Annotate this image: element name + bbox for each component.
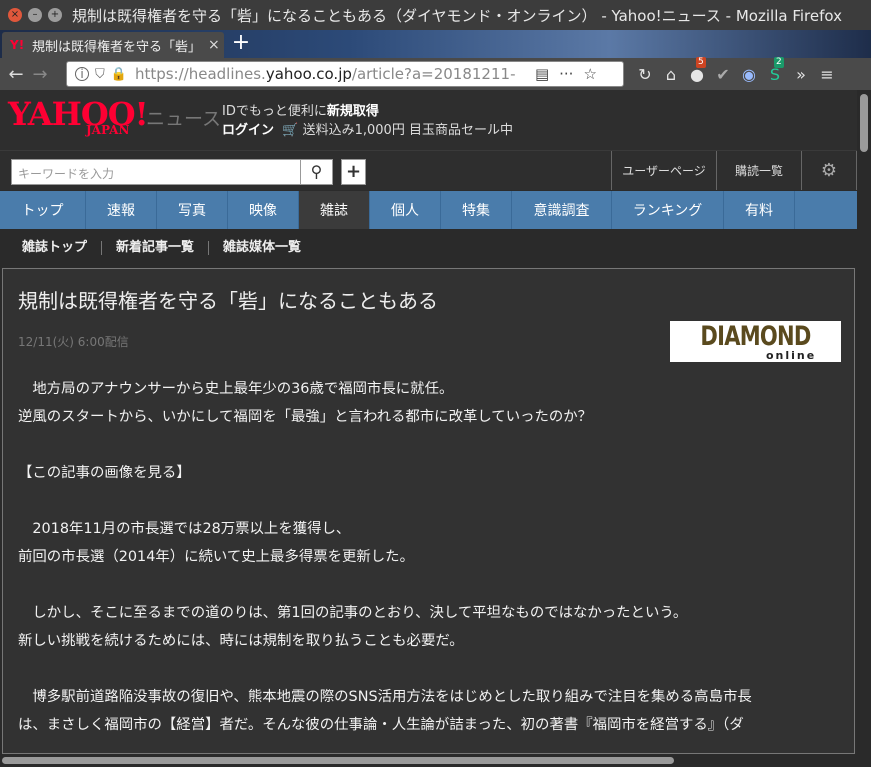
settings-gear-icon[interactable]: ⚙ (801, 151, 857, 190)
vertical-scroll-thumb[interactable] (860, 94, 868, 152)
reload-icon[interactable]: ↻ (632, 65, 658, 84)
scrollbar-corner (857, 754, 871, 767)
home-icon[interactable]: ⌂ (658, 65, 684, 84)
site-header: YAHOO! JAPAN ニュース IDでもっと便利に新規取得 ログイン 🛒 送… (0, 90, 857, 150)
url-text[interactable]: https://headlines.yahoo.co.jp/article?a=… (135, 65, 525, 83)
shield-icon[interactable]: ⛉ (95, 67, 105, 82)
yahoo-japan-logo-sub: JAPAN (86, 123, 130, 137)
article-paragraph (18, 487, 848, 515)
category-tab[interactable]: 個人 (370, 191, 441, 229)
article-date: 12/11(火) 6:00配信 (18, 335, 129, 349)
register-link[interactable]: 新規取得 (327, 104, 379, 119)
horizontal-scrollbar[interactable] (0, 754, 857, 767)
subnav-link[interactable]: 雑誌トップ (0, 241, 103, 255)
user-links: ユーザーページ 購読一覧 ⚙ (611, 151, 857, 190)
reader-view-icon[interactable]: ▤ (535, 65, 549, 83)
search-icon[interactable]: ⚲ (300, 159, 333, 185)
login-link[interactable]: ログイン (222, 123, 274, 138)
lock-icon[interactable]: 🔒 (111, 67, 127, 82)
article-paragraph: 逆風のスタートから、いかにして福岡を「最強」と言われる都市に改革していったのか？ (18, 409, 593, 425)
category-tab[interactable]: 写真 (157, 191, 228, 229)
info-icon[interactable]: i (75, 67, 89, 81)
news-section-label[interactable]: ニュース (146, 104, 221, 131)
subscriptions-link[interactable]: 購読一覧 (716, 151, 801, 190)
extension-badge: 5 (696, 56, 706, 68)
extension-icon[interactable]: ● 5 (684, 56, 710, 84)
category-tab[interactable]: ランキング (612, 191, 724, 229)
article-paragraph: 地方局のアナウンサーから史上最年少の36歳で福岡市長に就任。 (18, 381, 454, 397)
article-paragraph: しかし、そこに至るまでの道のりは、第1回の記事のとおり、決して平坦なものではなか… (18, 605, 688, 621)
globe-extension-icon[interactable]: ◉ (736, 65, 762, 84)
sale-promo-link[interactable]: 送料込み1,000円 目玉商品セール中 (303, 123, 513, 138)
window-titlebar: × – + 規制は既得権者を守る「砦」になることもある（ダイヤモンド・オンライン… (0, 0, 871, 30)
extension-badge: 2 (774, 56, 784, 68)
category-tab[interactable]: 雑誌 (299, 191, 370, 229)
tab-close-icon[interactable]: × (208, 37, 220, 53)
article-paragraph: 新しい挑戦を続けるためには、時には規制を取り払うことも必要だ。 (18, 633, 464, 649)
overflow-icon[interactable]: » (788, 65, 814, 84)
subnav-link[interactable]: 新着記事一覧 (102, 241, 210, 255)
window-minimize-button[interactable]: – (28, 8, 42, 22)
article-paragraph (18, 655, 848, 683)
article-images-link[interactable]: 【この記事の画像を見る】 (18, 459, 848, 487)
subnav-link[interactable]: 雑誌媒体一覧 (209, 241, 315, 255)
horizontal-scroll-thumb[interactable] (2, 757, 674, 764)
article-paragraph (18, 431, 848, 459)
url-bar[interactable]: i ⛉ 🔒 https://headlines.yahoo.co.jp/arti… (66, 61, 624, 87)
bookmark-star-icon[interactable]: ☆ (583, 65, 596, 83)
category-tab[interactable]: 有料 (724, 191, 795, 229)
diamond-logo-sub: online (766, 349, 817, 362)
tab-label: 規制は既得権者を守る「砦」になることもある (32, 39, 202, 55)
login-row: ログイン 🛒 送料込み1,000円 目玉商品セール中 (222, 119, 513, 138)
hamburger-menu-icon[interactable]: ≡ (814, 65, 840, 84)
tab-strip: Y! 規制は既得権者を守る「砦」になることもある × + (0, 30, 871, 58)
add-button[interactable]: + (341, 159, 366, 185)
navigation-toolbar: ← → i ⛉ 🔒 https://headlines.yahoo.co.jp/… (0, 56, 871, 90)
toolbar-right: ↻ ⌂ ● 5 ✔ ◉ S2 » ≡ (632, 56, 840, 90)
window-title: 規制は既得権者を守る「砦」になることもある（ダイヤモンド・オンライン） - Ya… (72, 6, 842, 25)
forward-arrow-icon[interactable]: → (28, 64, 52, 85)
id-promo: IDでもっと便利に新規取得 (222, 104, 379, 119)
article-paragraph (18, 571, 848, 599)
article-body: 地方局のアナウンサーから史上最年少の36歳で福岡市長に就任。逆風のスタートから、… (18, 375, 848, 739)
user-page-link[interactable]: ユーザーページ (611, 151, 716, 190)
vertical-scrollbar[interactable] (857, 90, 871, 767)
new-tab-button[interactable]: + (230, 32, 252, 56)
category-tab[interactable]: 特集 (441, 191, 512, 229)
browser-tab-active[interactable]: Y! 規制は既得権者を守る「砦」になることもある × (2, 32, 224, 58)
s-extension-icon[interactable]: S2 (762, 56, 788, 84)
yahoo-favicon-icon: Y! (10, 38, 25, 52)
check-extension-icon[interactable]: ✔ (710, 65, 736, 84)
category-tab[interactable]: 意識調査 (512, 191, 612, 229)
article-paragraph: は、まさしく福岡市の【経営】者だ。そんな彼の仕事論・人生論が詰まった、初の著書『… (18, 717, 744, 733)
article-title: 規制は既得権者を守る「砦」になることもある (18, 289, 438, 313)
category-tab[interactable]: 映像 (228, 191, 299, 229)
article-paragraph: 2018年11月の市長選では28万票以上を獲得し、 (18, 521, 351, 537)
diamond-online-logo[interactable]: DIAMOND online (670, 321, 841, 362)
article-panel: 規制は既得権者を守る「砦」になることもある 12/11(火) 6:00配信 DI… (2, 268, 855, 754)
cart-icon: 🛒 (282, 123, 299, 138)
back-arrow-icon[interactable]: ← (4, 64, 28, 85)
magazine-subnav: 雑誌トップ 新着記事一覧 雑誌媒体一覧 (0, 229, 857, 267)
article-paragraph: 博多駅前道路陥没事故の復旧や、熊本地震の際のSNS活用方法をはじめとした取り組み… (18, 689, 752, 705)
window-close-button[interactable]: × (8, 8, 22, 22)
category-nav: トップ 速報 写真 映像 雑誌 個人 特集 意識調査 ランキング 有料 (0, 191, 857, 229)
page-actions-icon[interactable]: ··· (559, 65, 573, 83)
search-row: キーワードを入力 ⚲ + ユーザーページ 購読一覧 ⚙ (0, 150, 857, 190)
search-input[interactable]: キーワードを入力 (11, 159, 301, 185)
article-paragraph: 前回の市長選（2014年）に続いて史上最多得票を更新した。 (18, 549, 414, 565)
window-maximize-button[interactable]: + (48, 8, 62, 22)
category-tab[interactable]: 速報 (86, 191, 157, 229)
category-tab[interactable]: トップ (0, 191, 86, 229)
